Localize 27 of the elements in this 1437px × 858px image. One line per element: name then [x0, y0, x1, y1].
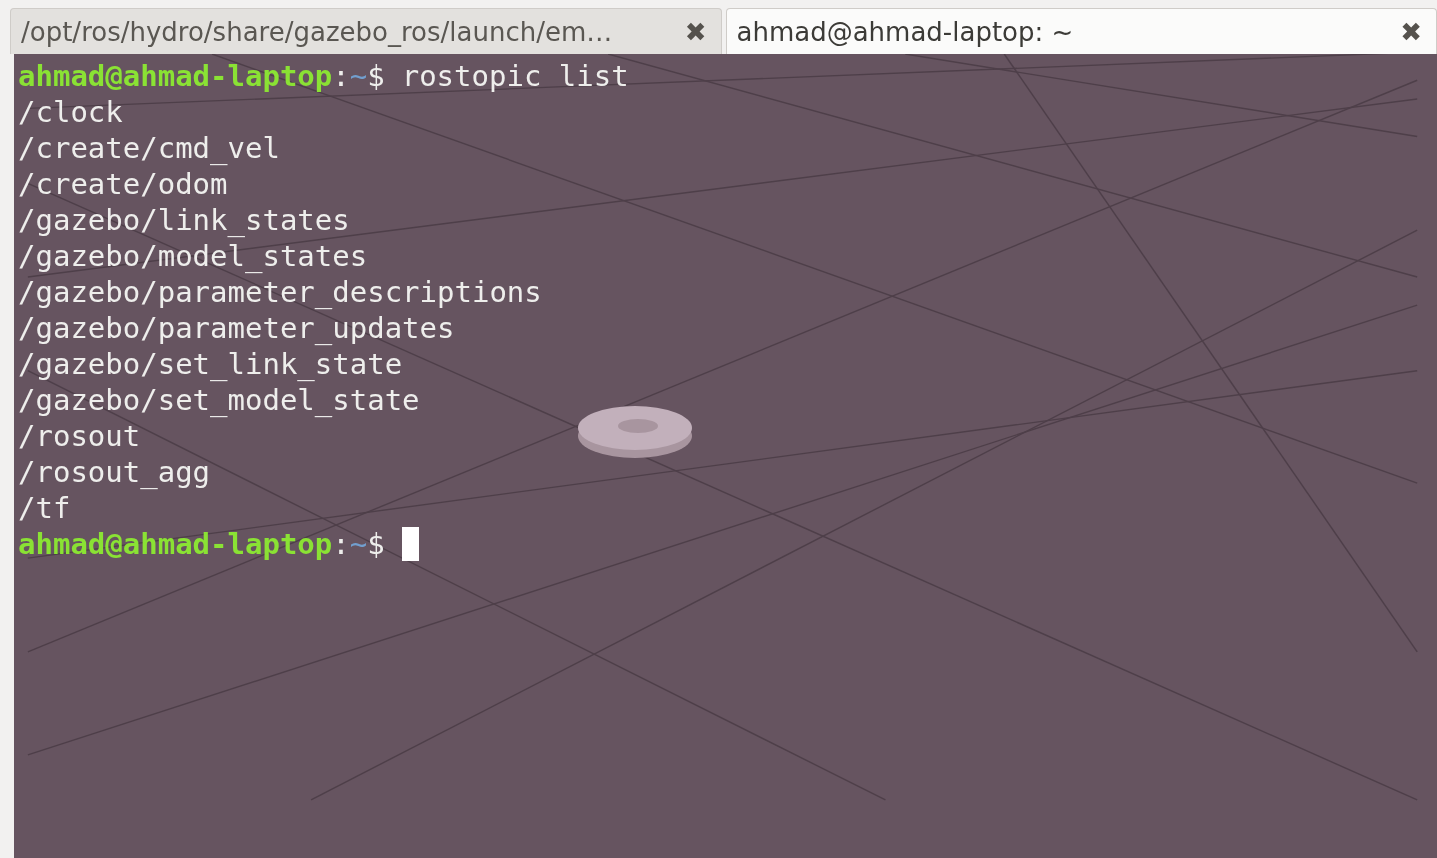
prompt-path: ~ — [349, 526, 368, 562]
tab-title: /opt/ros/hydro/share/gazebo_ros/launch/em… — [21, 16, 613, 47]
output-line: /gazebo/model_states — [18, 238, 368, 274]
prompt-user-host: ahmad@ahmad-laptop — [18, 526, 333, 562]
output-line: /tf — [18, 490, 71, 526]
output-line: /create/cmd_vel — [18, 130, 280, 166]
close-icon[interactable]: ✖ — [684, 16, 707, 47]
output-line: /gazebo/parameter_descriptions — [18, 274, 542, 310]
output-line: /clock — [18, 94, 123, 130]
prompt-symbol: $ — [367, 58, 385, 94]
prompt-path: ~ — [349, 58, 368, 94]
terminal-tab[interactable]: /opt/ros/hydro/share/gazebo_ros/launch/em… ✖ — [10, 8, 722, 54]
close-icon[interactable]: ✖ — [1400, 16, 1422, 47]
output-line: /gazebo/parameter_updates — [18, 310, 455, 346]
terminal-tab[interactable]: ahmad@ahmad-laptop: ~ ✖ — [725, 8, 1437, 54]
output-line: /gazebo/set_model_state — [18, 382, 420, 418]
output-line: /rosout — [18, 418, 141, 454]
command-text: rostopic list — [401, 58, 629, 94]
output-line: /gazebo/link_states — [18, 202, 350, 238]
prompt-symbol: $ — [367, 526, 385, 562]
prompt-separator: : — [332, 58, 350, 94]
output-line: /gazebo/set_link_state — [18, 346, 403, 382]
prompt-separator: : — [332, 526, 350, 562]
output-line: /create/odom — [18, 166, 228, 202]
output-line: /rosout_agg — [18, 454, 211, 490]
tab-title: ahmad@ahmad-laptop: ~ — [736, 16, 1074, 47]
prompt-user-host: ahmad@ahmad-laptop — [18, 58, 333, 94]
